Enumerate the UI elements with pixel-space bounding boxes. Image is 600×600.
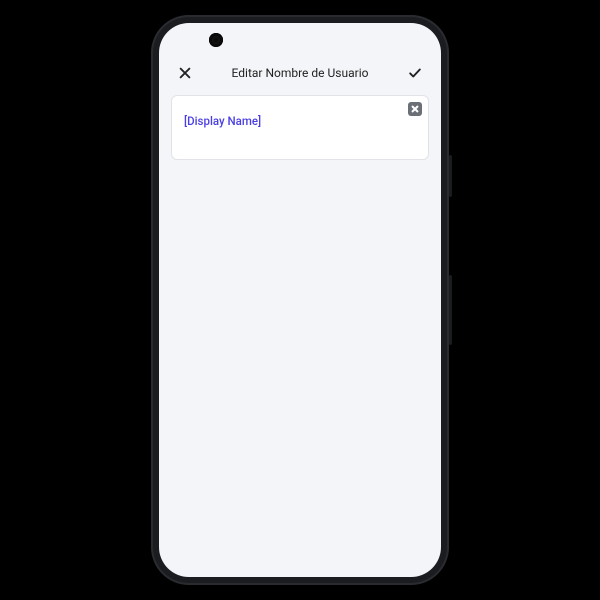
check-icon xyxy=(408,66,422,80)
close-icon xyxy=(178,66,192,80)
username-input-value: [Display Name] xyxy=(184,114,261,128)
phone-side-button-upper xyxy=(449,155,452,197)
phone-side-button-lower xyxy=(449,275,452,345)
phone-frame: Editar Nombre de Usuario [Display Name] xyxy=(151,15,449,585)
username-input-card[interactable]: [Display Name] xyxy=(171,95,429,160)
clear-input-icon xyxy=(411,105,419,113)
screen: Editar Nombre de Usuario [Display Name] xyxy=(159,23,441,577)
page-title: Editar Nombre de Usuario xyxy=(232,66,369,80)
clear-input-button[interactable] xyxy=(408,102,422,116)
close-button[interactable] xyxy=(177,65,193,81)
front-camera xyxy=(209,33,223,47)
header-bar: Editar Nombre de Usuario xyxy=(159,47,441,91)
confirm-button[interactable] xyxy=(407,65,423,81)
